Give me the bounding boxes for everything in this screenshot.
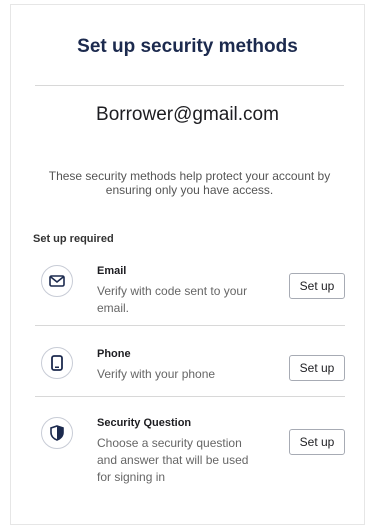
email-setup-button[interactable]: Set up xyxy=(289,273,345,299)
title-divider xyxy=(35,85,344,86)
account-email: Borrower@gmail.com xyxy=(96,104,279,125)
method-title: Security Question xyxy=(97,417,192,429)
phone-icon xyxy=(41,347,73,379)
section-label-setup-required: Set up required xyxy=(33,233,114,245)
page-title: Set up security methods xyxy=(77,36,298,57)
method-security-question: Security Question Choose a security ques… xyxy=(35,413,347,493)
method-divider xyxy=(35,396,345,397)
shield-icon xyxy=(41,417,73,449)
method-email: Email Verify with code sent to your emai… xyxy=(35,261,347,325)
method-title: Phone xyxy=(97,348,131,360)
method-phone: Phone Verify with your phone Set up xyxy=(35,343,347,393)
envelope-icon xyxy=(41,265,73,297)
method-description: Verify with your phone xyxy=(97,367,216,381)
security-setup-card: Set up security methods Borrower@gmail.c… xyxy=(10,4,365,525)
method-title: Email xyxy=(97,265,127,277)
method-description: Verify with code sent to your email. xyxy=(97,284,248,315)
method-description: Choose a security question and answer th… xyxy=(97,436,249,484)
method-divider xyxy=(35,325,345,326)
security-description: These security methods help protect your… xyxy=(48,169,331,197)
phone-setup-button[interactable]: Set up xyxy=(289,355,345,381)
security-question-setup-button[interactable]: Set up xyxy=(289,429,345,455)
